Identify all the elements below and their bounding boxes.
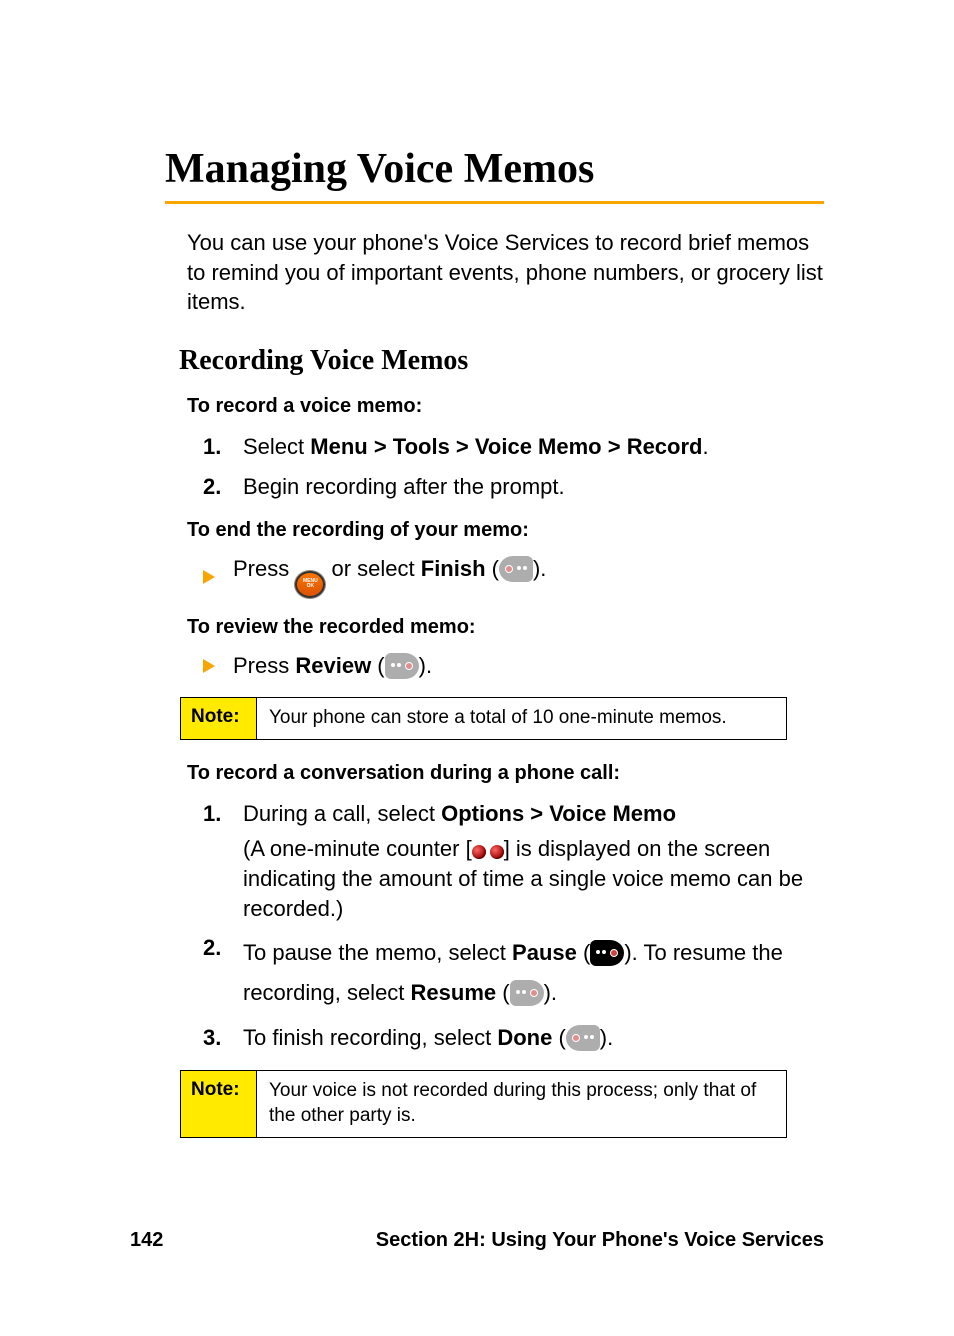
- step-text: .: [702, 434, 708, 459]
- steps-record-call: 1. During a call, select Options > Voice…: [203, 799, 824, 1053]
- step-text: ).: [600, 1025, 613, 1050]
- bullet-body: Press or select Finish ().: [233, 556, 546, 598]
- list-item: 3. To finish recording, select Done ().: [203, 1023, 824, 1053]
- step-number: 1.: [203, 799, 243, 829]
- left-softkey-icon: [566, 1025, 600, 1051]
- bullet-bold: Finish: [421, 556, 486, 581]
- lead-record-memo: To record a voice memo:: [187, 395, 824, 418]
- note-label: Note:: [181, 1071, 257, 1136]
- intro-paragraph: You can use your phone's Voice Services …: [187, 228, 824, 317]
- left-softkey-icon: [499, 556, 533, 582]
- step-text: To pause the memo, select: [243, 940, 512, 965]
- note-box: Note: Your phone can store a total of 10…: [180, 697, 787, 740]
- bullet-text: or select: [331, 556, 420, 581]
- note-text: Your voice is not recorded during this p…: [257, 1071, 786, 1136]
- step-text: To finish recording, select: [243, 1025, 497, 1050]
- note-label: Note:: [181, 698, 257, 739]
- bullet-icon: [203, 659, 215, 673]
- step-text: (: [577, 940, 590, 965]
- bullet-text: (: [371, 653, 384, 678]
- step-substep: (A one-minute counter [] is displayed on…: [243, 834, 824, 923]
- page-number: 142: [130, 1229, 163, 1252]
- bullet-icon: [203, 570, 215, 584]
- title-rule: [165, 201, 824, 204]
- lead-record-call: To record a conversation during a phone …: [187, 762, 824, 785]
- step-text: (: [496, 980, 509, 1005]
- step-bold: Done: [497, 1025, 552, 1050]
- step-number: 3.: [203, 1023, 243, 1053]
- step-body: Begin recording after the prompt.: [243, 472, 824, 502]
- list-item: 2. To pause the memo, select Pause (). T…: [203, 933, 824, 1012]
- step-text: Select: [243, 434, 310, 459]
- note-box: Note: Your voice is not recorded during …: [180, 1070, 787, 1137]
- right-softkey-icon: [510, 980, 544, 1006]
- step-bold: Pause: [512, 940, 577, 965]
- page-title: Managing Voice Memos: [165, 145, 824, 193]
- step-number: 2.: [203, 472, 243, 502]
- section-label: Section 2H: Using Your Phone's Voice Ser…: [376, 1229, 824, 1252]
- lead-review-memo: To review the recorded memo:: [187, 616, 824, 639]
- list-item: 2. Begin recording after the prompt.: [203, 472, 824, 502]
- note-text: Your phone can store a total of 10 one-m…: [257, 698, 786, 739]
- step-body: To finish recording, select Done ().: [243, 1023, 824, 1053]
- bullet-text: (: [486, 556, 499, 581]
- list-item: 1. Select Menu > Tools > Voice Memo > Re…: [203, 432, 824, 462]
- step-number: 1.: [203, 432, 243, 462]
- page-footer: 142 Section 2H: Using Your Phone's Voice…: [130, 1229, 824, 1252]
- bullet-bold: Review: [295, 653, 371, 678]
- step-body: Select Menu > Tools > Voice Memo > Recor…: [243, 432, 824, 462]
- step-text: (: [552, 1025, 565, 1050]
- bullet-body: Press Review ().: [233, 653, 432, 679]
- menu-ok-button-icon: [295, 571, 325, 598]
- steps-record-memo: 1. Select Menu > Tools > Voice Memo > Re…: [203, 432, 824, 501]
- step-bold: Resume: [411, 980, 497, 1005]
- bullet-end-memo: Press or select Finish ().: [203, 556, 824, 598]
- lead-end-memo: To end the recording of your memo:: [187, 519, 824, 542]
- bullet-text: ).: [419, 653, 432, 678]
- list-item: 1. During a call, select Options > Voice…: [203, 799, 824, 924]
- page: Managing Voice Memos You can use your ph…: [0, 0, 954, 1336]
- step-body: During a call, select Options > Voice Me…: [243, 799, 824, 924]
- right-softkey-icon: [590, 940, 624, 966]
- right-softkey-icon: [385, 653, 419, 679]
- step-number: 2.: [203, 933, 243, 963]
- step-bold: Menu > Tools > Voice Memo > Record: [310, 434, 702, 459]
- bullet-review-memo: Press Review ().: [203, 653, 824, 679]
- counter-icon: [472, 845, 504, 859]
- bullet-text: Press: [233, 653, 295, 678]
- step-body: To pause the memo, select Pause (). To r…: [243, 933, 824, 1012]
- section-heading: Recording Voice Memos: [179, 345, 824, 377]
- sub-text: (A one-minute counter [: [243, 836, 472, 861]
- bullet-text: Press: [233, 556, 295, 581]
- step-bold: Options > Voice Memo: [441, 801, 676, 826]
- bullet-text: ).: [533, 556, 546, 581]
- step-text: During a call, select: [243, 801, 441, 826]
- step-text: ).: [544, 980, 557, 1005]
